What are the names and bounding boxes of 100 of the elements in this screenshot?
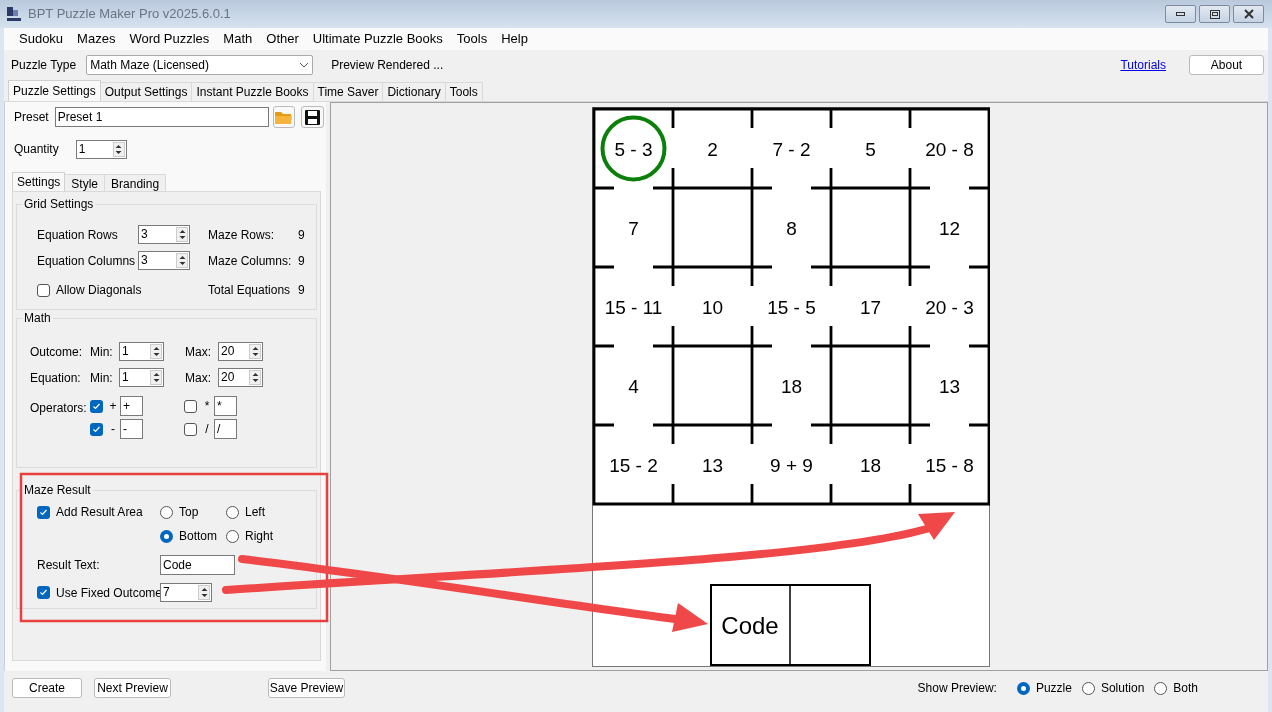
button[interactable]: Create [12,678,82,698]
radio-button[interactable] [160,529,173,543]
tab[interactable]: Dictionary [383,82,446,101]
puzzle-type-dropdown[interactable]: Math Maze (Licensed) [86,55,314,75]
group-title: Maze Result [22,483,93,497]
label: 9 [298,252,306,270]
tutorials-link[interactable]: Tutorials [1120,56,1166,74]
result-text-field[interactable]: Code [160,555,235,575]
maze-cell-text: 15 - 5 [767,296,816,318]
label: / [204,421,210,438]
maze-cell-text: 20 - 8 [925,138,974,160]
spin-arrows-icon[interactable] [150,344,162,359]
operator-field[interactable]: - [120,419,143,439]
spin-box[interactable]: 3 [138,251,190,270]
maze-cell-text: 18 [859,454,882,476]
sub-tab[interactable]: Branding [105,174,167,191]
about-button[interactable]: About [1189,55,1264,75]
label: * [203,398,211,415]
chevron-down-icon [299,62,310,68]
sub-tab[interactable]: Settings [12,172,66,191]
minimize-button[interactable] [1165,5,1196,23]
spin-arrows-icon[interactable] [198,585,210,600]
maze-cell-text: 4 [628,375,639,397]
spin-arrows-icon[interactable] [112,141,125,157]
checkbox[interactable] [37,505,50,519]
label: Puzzle [1035,680,1072,697]
spin-arrows-icon[interactable] [249,344,261,359]
checkmark-icon [92,401,101,411]
spin-box[interactable]: 1 [75,139,127,159]
maze-cell-text: 13 [701,454,724,476]
label: Allow Diagonals [56,282,142,299]
spin-box[interactable]: 1 [119,368,164,387]
checkbox[interactable] [37,283,50,297]
save-icon[interactable] [301,106,324,128]
operator-field[interactable]: + [120,396,143,416]
operator-field[interactable]: / [214,419,237,439]
checkbox[interactable] [90,422,103,436]
label: Min: [90,369,114,387]
tab[interactable]: Tools [445,82,483,101]
tab[interactable]: Output Settings [100,82,193,101]
menu-item[interactable]: Ultimate Puzzle Books [305,28,450,50]
tab[interactable]: Instant Puzzle Books [192,82,314,101]
tab[interactable]: Puzzle Settings [8,80,101,101]
maze-cell-text: 13 [938,375,961,397]
close-button[interactable] [1233,5,1264,23]
maximize-button[interactable] [1199,5,1230,23]
label: Add Result Area [56,504,143,521]
spin-arrows-icon[interactable] [176,253,188,268]
menu-item[interactable]: Word Puzzles [122,28,217,50]
menu-item[interactable]: Math [216,28,260,50]
label: Equation: [30,369,82,387]
sub-tab[interactable]: Style [65,174,106,191]
radio-button[interactable] [160,505,173,519]
maze-cell-text: 18 [780,375,803,397]
menu-item[interactable]: Tools [449,28,495,50]
checkbox[interactable] [90,399,103,413]
radio-button[interactable] [226,529,239,543]
spin-box[interactable]: 20 [218,368,263,387]
button[interactable]: Next Preview [94,678,171,698]
spin-arrows-icon[interactable] [249,370,261,385]
tab[interactable]: Time Saver [313,82,384,101]
label: 9 [298,282,306,299]
menu-item[interactable]: Other [259,28,306,50]
label: Equation Columns [37,252,137,270]
result-label: Code [721,612,779,639]
spin-box[interactable]: 20 [218,342,263,361]
radio-button[interactable] [1154,681,1168,695]
label: + [108,398,118,415]
spin-arrows-icon[interactable] [176,227,188,242]
checkbox[interactable] [37,586,50,599]
label: Left [245,504,265,521]
maze-cell-text: 20 - 3 [925,296,974,318]
maze-cell-text: 12 [938,217,961,239]
button[interactable]: Save Preview [268,678,345,698]
spin-box[interactable]: 3 [138,225,190,244]
checkbox[interactable] [184,399,197,413]
label: Total Equations [208,282,292,299]
radio-button[interactable] [1016,681,1030,695]
menu-item[interactable]: Help [494,28,535,50]
spin-arrows-icon[interactable] [150,370,162,385]
spin-box[interactable]: 1 [119,342,164,361]
radio-button[interactable] [226,505,239,519]
window-title: BPT Puzzle Maker Pro v2025.6.0.1 [28,5,231,24]
checkbox[interactable] [184,422,197,436]
maze-cell-text: 9 + 9 [770,454,813,476]
preset-field[interactable]: Preset 1 [54,107,269,127]
radio-button[interactable] [1081,681,1095,695]
maze-cell-text: 15 - 8 [925,454,974,476]
label: Use Fixed Outcome [56,584,163,602]
operator-field[interactable]: * [214,396,237,416]
label: Preview Rendered ... [331,57,444,74]
spin-box[interactable]: 7 [160,583,212,602]
menu-item[interactable]: Mazes [70,28,123,50]
maze-cell-text: 15 - 2 [609,454,658,476]
checkmark-icon [39,588,48,597]
label: Bottom [179,528,217,545]
label: 9 [298,226,306,244]
menu-item[interactable]: Sudoku [12,28,71,50]
maximize-icon [1209,9,1220,19]
label: Puzzle Type [11,57,77,74]
